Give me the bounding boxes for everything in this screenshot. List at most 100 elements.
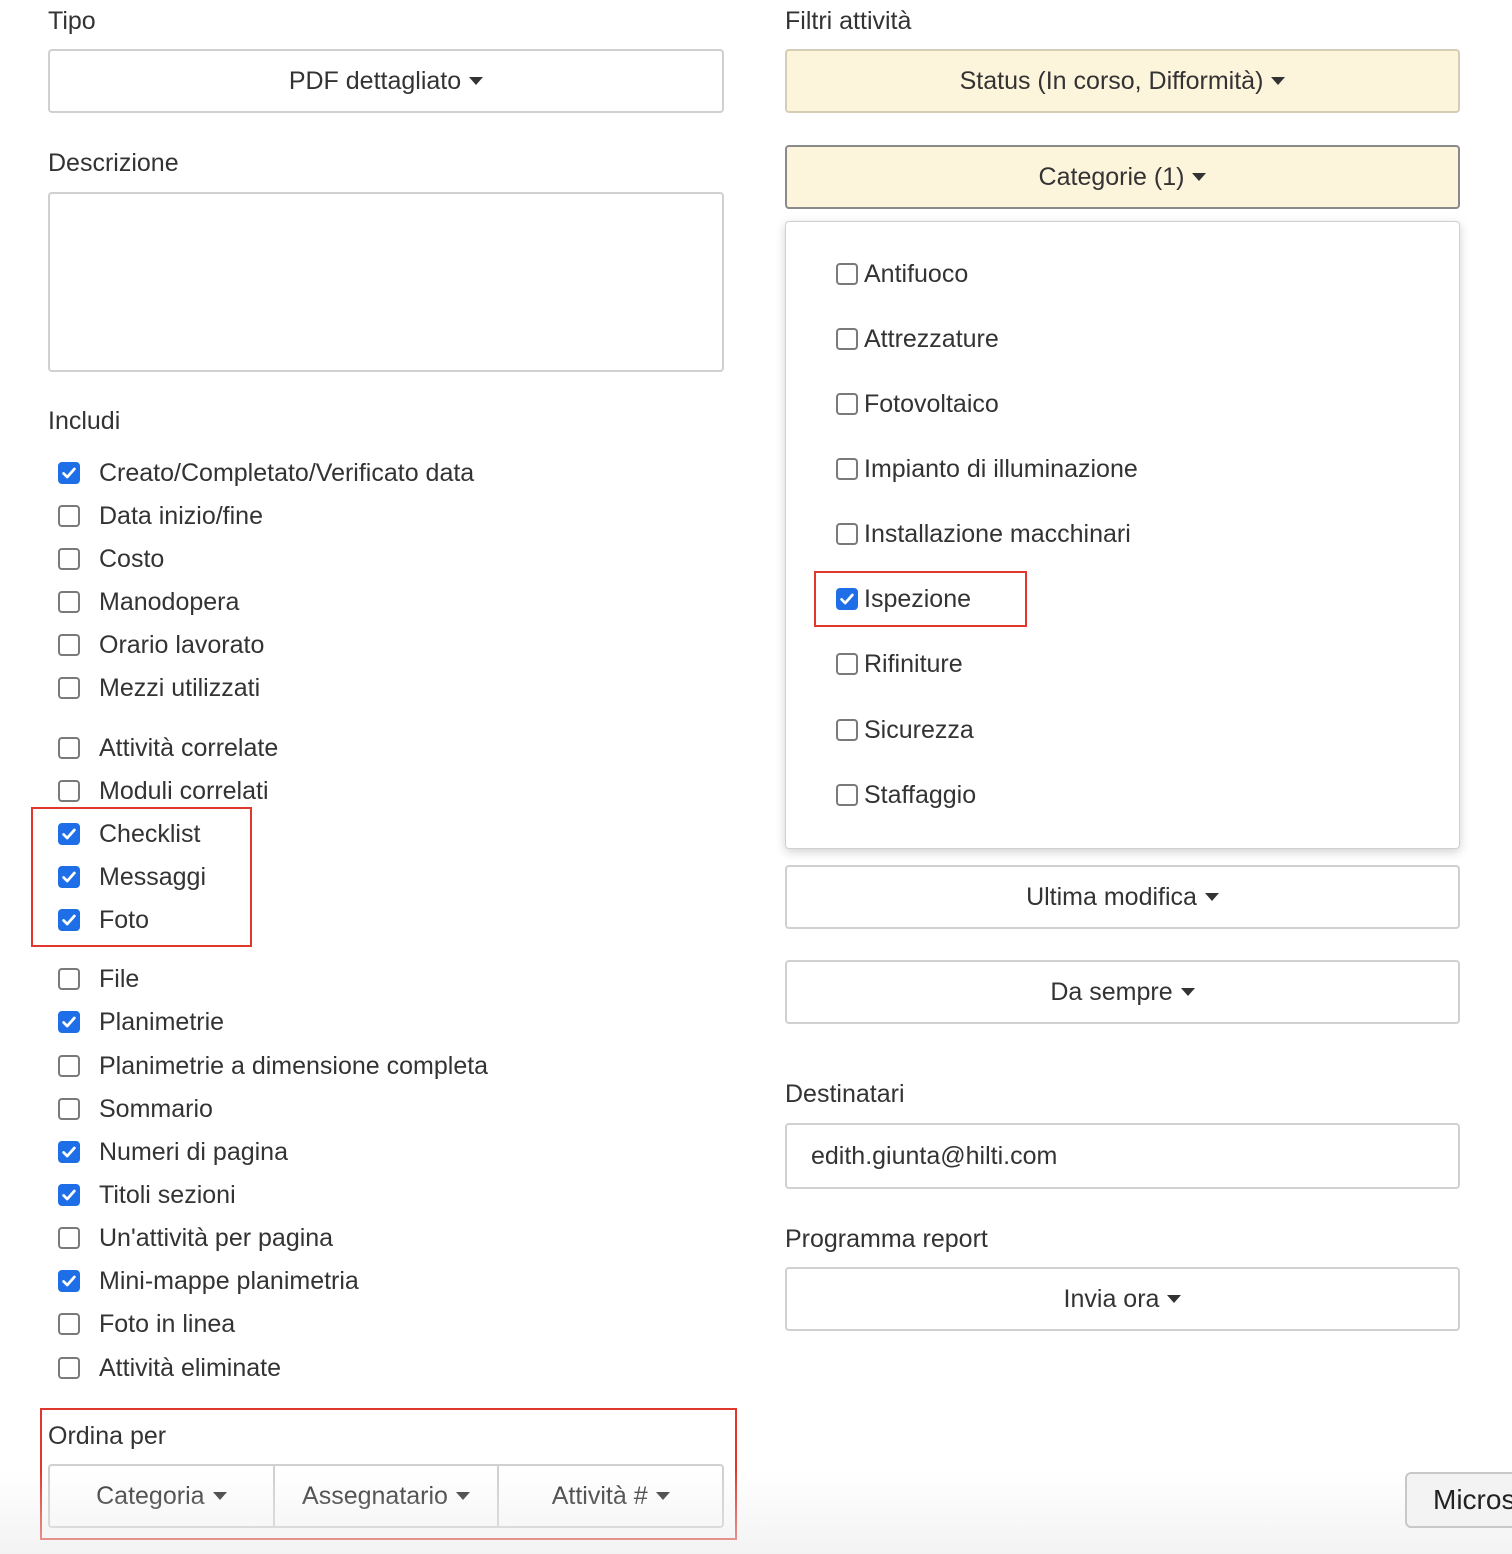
includi-option-label: Moduli correlati xyxy=(99,776,269,805)
checkbox-unchecked-icon[interactable] xyxy=(58,634,80,656)
includi-option-label: Mini-mappe planimetria xyxy=(99,1266,359,1295)
includi-option[interactable]: Moduli correlati xyxy=(58,774,269,808)
includi-option[interactable]: Messaggi xyxy=(58,860,206,894)
includi-option[interactable]: Data inizio/fine xyxy=(58,499,263,533)
programma-value: Invia ora xyxy=(1063,1284,1160,1313)
includi-option-label: Attività eliminate xyxy=(99,1353,282,1382)
ordina-attivita-button[interactable]: Attività # xyxy=(497,1464,725,1528)
categoria-option[interactable]: Rifiniture xyxy=(836,646,963,682)
categoria-option[interactable]: Staffaggio xyxy=(836,777,976,813)
checkbox-unchecked-icon[interactable] xyxy=(836,784,858,806)
checkbox-checked-icon[interactable] xyxy=(58,1270,80,1292)
includi-option[interactable]: Planimetrie xyxy=(58,1005,224,1039)
includi-option[interactable]: Foto in linea xyxy=(58,1307,235,1341)
includi-option[interactable]: Mini-mappe planimetria xyxy=(58,1264,359,1298)
checkbox-unchecked-icon[interactable] xyxy=(836,328,858,350)
tipo-dropdown[interactable]: PDF dettagliato xyxy=(48,49,724,113)
includi-option[interactable]: File xyxy=(58,962,139,996)
categoria-option[interactable]: Attrezzature xyxy=(836,321,999,357)
checkbox-unchecked-icon[interactable] xyxy=(58,1098,80,1120)
checkbox-unchecked-icon[interactable] xyxy=(58,1357,80,1379)
ordina-categoria-button[interactable]: Categoria xyxy=(48,1464,275,1528)
ultima-modifica-label: Ultima modifica xyxy=(1026,882,1197,911)
includi-option-label: Manodopera xyxy=(99,587,240,616)
checkbox-unchecked-icon[interactable] xyxy=(58,968,80,990)
checkbox-unchecked-icon[interactable] xyxy=(58,1227,80,1249)
categorie-filter-label: Categorie (1) xyxy=(1038,162,1185,191)
includi-option-label: Messaggi xyxy=(99,862,206,891)
includi-option[interactable]: Checklist xyxy=(58,817,200,851)
tipo-label: Tipo xyxy=(48,7,96,35)
ultima-modifica-dropdown[interactable]: Ultima modifica xyxy=(785,865,1460,929)
caret-down-icon xyxy=(1180,988,1195,996)
programma-dropdown[interactable]: Invia ora xyxy=(785,1267,1460,1331)
checkbox-checked-icon[interactable] xyxy=(58,462,80,484)
includi-option-label: Data inizio/fine xyxy=(99,501,263,530)
ordina-button-group: Categoria Assegnatario Attività # xyxy=(48,1464,725,1528)
categoria-option[interactable]: Fotovoltaico xyxy=(836,386,999,422)
includi-option[interactable]: Orario lavorato xyxy=(58,628,264,662)
checkbox-checked-icon[interactable] xyxy=(58,909,80,931)
checkbox-checked-icon[interactable] xyxy=(58,1141,80,1163)
checkbox-unchecked-icon[interactable] xyxy=(58,677,80,699)
includi-option[interactable]: Manodopera xyxy=(58,585,239,619)
includi-option[interactable]: Un'attività per pagina xyxy=(58,1221,333,1255)
checkbox-unchecked-icon[interactable] xyxy=(836,263,858,285)
includi-option-label: Mezzi utilizzati xyxy=(99,673,261,702)
checkbox-unchecked-icon[interactable] xyxy=(836,719,858,741)
checkbox-unchecked-icon[interactable] xyxy=(58,505,80,527)
checkbox-checked-icon[interactable] xyxy=(58,866,80,888)
includi-option[interactable]: Attività eliminate xyxy=(58,1351,281,1385)
checkbox-unchecked-icon[interactable] xyxy=(58,591,80,613)
categoria-option[interactable]: Installazione macchinari xyxy=(836,516,1131,552)
includi-option-label: Foto in linea xyxy=(99,1309,236,1338)
checkbox-unchecked-icon[interactable] xyxy=(836,653,858,675)
includi-option[interactable]: Creato/Completato/Verificato data xyxy=(58,456,474,490)
categoria-option-label: Impianto di illuminazione xyxy=(864,454,1138,483)
checkbox-checked-icon[interactable] xyxy=(836,588,858,610)
checkbox-unchecked-icon[interactable] xyxy=(58,737,80,759)
includi-option-label: Creato/Completato/Verificato data xyxy=(99,458,475,487)
destinatari-value: edith.giunta@hilti.com xyxy=(811,1141,1058,1170)
destinatari-label: Destinatari xyxy=(785,1080,905,1108)
caret-down-icon xyxy=(1204,893,1219,901)
categoria-option-label: Fotovoltaico xyxy=(864,389,999,418)
ordina-assegnatario-button[interactable]: Assegnatario xyxy=(272,1464,500,1528)
includi-option[interactable]: Planimetrie a dimensione completa xyxy=(58,1049,488,1083)
includi-option[interactable]: Foto xyxy=(58,903,149,937)
taskbar-app-button[interactable]: Micros xyxy=(1405,1472,1512,1528)
checkbox-unchecked-icon[interactable] xyxy=(836,458,858,480)
checkbox-unchecked-icon[interactable] xyxy=(836,523,858,545)
categoria-option-label: Attrezzature xyxy=(864,324,999,353)
categoria-option-label: Rifiniture xyxy=(864,649,963,678)
checkbox-checked-icon[interactable] xyxy=(58,1011,80,1033)
status-filter-button[interactable]: Status (In corso, Difformità) xyxy=(785,49,1460,113)
checkbox-unchecked-icon[interactable] xyxy=(58,1055,80,1077)
includi-option-label: Foto xyxy=(99,905,150,934)
includi-option[interactable]: Titoli sezioni xyxy=(58,1178,236,1212)
ordina-attivita-label: Attività # xyxy=(551,1481,648,1510)
checkbox-checked-icon[interactable] xyxy=(58,1184,80,1206)
checkbox-unchecked-icon[interactable] xyxy=(58,548,80,570)
categoria-option[interactable]: Antifuoco xyxy=(836,256,968,292)
includi-option[interactable]: Numeri di pagina xyxy=(58,1135,288,1169)
categorie-filter-button[interactable]: Categorie (1) xyxy=(785,145,1460,209)
periodo-dropdown[interactable]: Da sempre xyxy=(785,960,1460,1024)
includi-option[interactable]: Attività correlate xyxy=(58,731,278,765)
categoria-option[interactable]: Impianto di illuminazione xyxy=(836,451,1138,487)
categoria-option[interactable]: Ispezione xyxy=(836,581,971,617)
checkbox-unchecked-icon[interactable] xyxy=(58,780,80,802)
includi-option-label: Orario lavorato xyxy=(99,630,265,659)
taskbar-app-label: Micros xyxy=(1433,1484,1512,1515)
includi-option[interactable]: Sommario xyxy=(58,1092,213,1126)
categoria-option[interactable]: Sicurezza xyxy=(836,712,974,748)
descrizione-textarea[interactable] xyxy=(48,192,724,372)
includi-option-label: Attività correlate xyxy=(99,733,279,762)
includi-option[interactable]: Mezzi utilizzati xyxy=(58,671,260,705)
checkbox-unchecked-icon[interactable] xyxy=(836,393,858,415)
destinatari-input[interactable]: edith.giunta@hilti.com xyxy=(785,1123,1460,1189)
checkbox-unchecked-icon[interactable] xyxy=(58,1313,80,1335)
checkbox-checked-icon[interactable] xyxy=(58,823,80,845)
includi-option-label: Checklist xyxy=(99,819,201,848)
includi-option[interactable]: Costo xyxy=(58,542,164,576)
